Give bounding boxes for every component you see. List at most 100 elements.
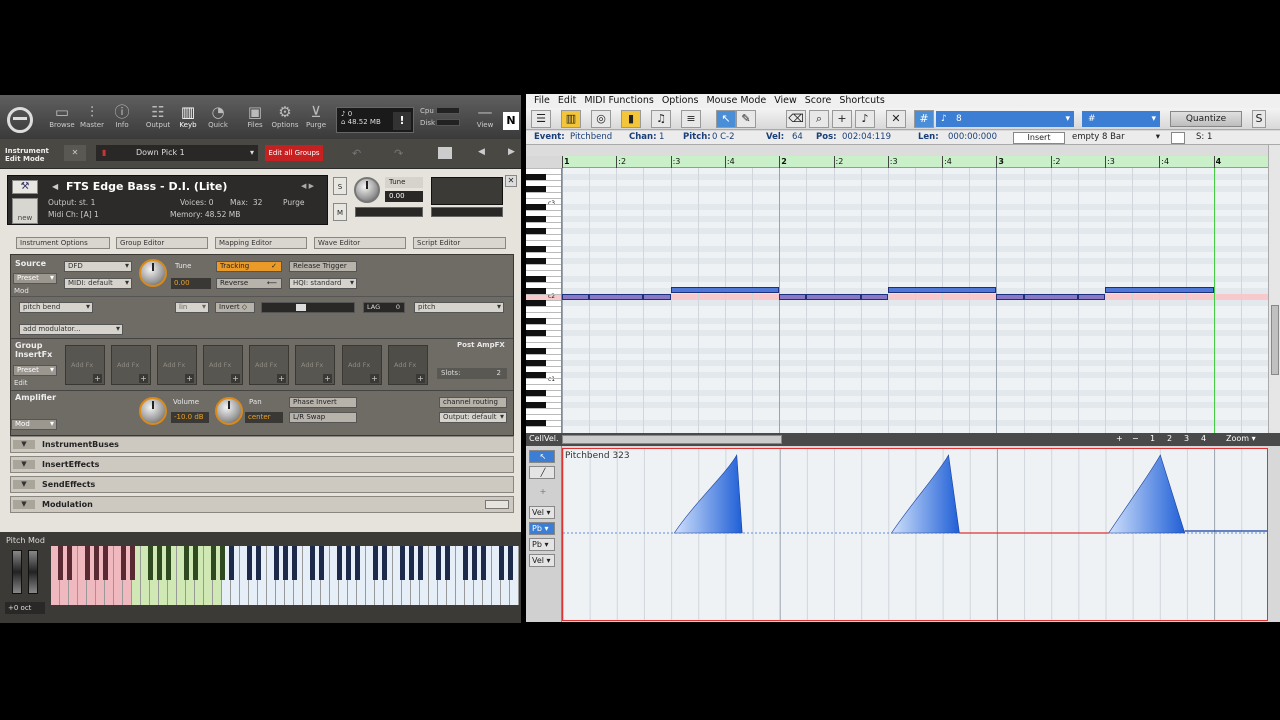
add-fx-slot-1[interactable]: Add Fx — [65, 345, 105, 385]
menu-midi-functions[interactable]: MIDI Functions — [582, 94, 660, 108]
add-fx-slot-4[interactable]: Add Fx — [203, 345, 243, 385]
black-key[interactable] — [210, 546, 216, 580]
menu-edit[interactable]: Edit — [556, 94, 582, 108]
fold-send-effects[interactable]: ▼ SendEffects — [10, 476, 514, 493]
line-tool-icon[interactable]: ╱ — [529, 466, 555, 479]
black-key[interactable] — [354, 546, 360, 580]
menu-view[interactable]: View — [772, 94, 803, 108]
black-key[interactable] — [399, 546, 405, 580]
instrument-tune-knob[interactable] — [354, 177, 380, 203]
vel-lane-label[interactable]: Vel. — [544, 434, 559, 443]
source-tune-value[interactable]: 0.00 — [171, 278, 211, 289]
black-key[interactable] — [435, 546, 441, 580]
midi-note[interactable] — [1105, 287, 1214, 293]
zoom-tool-icon[interactable]: ⌕ — [809, 110, 829, 128]
volume-knob[interactable] — [139, 397, 167, 425]
save-icon[interactable] — [438, 147, 452, 159]
instrument-name[interactable]: FTS Edge Bass - D.I. (Lite) — [66, 180, 227, 193]
drum-editor-icon[interactable]: ◎ — [591, 110, 611, 128]
pointer-tool-icon[interactable]: ↖ — [529, 450, 555, 463]
pan-slider[interactable] — [355, 207, 423, 217]
dfd-dropdown[interactable]: DFD — [64, 261, 132, 272]
black-key[interactable] — [192, 546, 198, 580]
length-preset-dropdown[interactable]: empty 8 Bar ▾ — [1072, 132, 1162, 144]
score-view-icon[interactable]: ♫ — [651, 110, 671, 128]
black-key[interactable] — [183, 546, 189, 580]
volume-value[interactable]: -10.0 dB — [171, 412, 209, 423]
len-field[interactable]: 000:00:000 — [948, 132, 997, 142]
add-tool-icon[interactable]: + — [832, 110, 852, 128]
black-key[interactable] — [66, 546, 72, 580]
add-fx-slot-3[interactable]: Add Fx — [157, 345, 197, 385]
black-key[interactable] — [147, 546, 153, 580]
plus-icon[interactable]: + — [1116, 434, 1123, 443]
list-view-icon[interactable]: ☰ — [531, 110, 551, 128]
modulation-menu-icon[interactable] — [485, 500, 509, 509]
midi-note[interactable] — [562, 294, 590, 300]
close-icon[interactable]: ✕ — [505, 175, 517, 187]
black-key[interactable] — [417, 546, 423, 580]
cell-label[interactable]: Cell — [529, 434, 544, 443]
menu-shortcuts[interactable]: Shortcuts — [837, 94, 890, 108]
kontakt-logo-icon[interactable] — [7, 107, 33, 133]
quantize-grid-dropdown[interactable]: # ▾ — [1082, 111, 1160, 127]
lag-field[interactable]: LAG 0 — [363, 302, 405, 313]
browse-button[interactable]: ▭ Browse — [47, 103, 77, 133]
black-key[interactable] — [228, 546, 234, 580]
black-key[interactable] — [219, 546, 225, 580]
source-preset-dropdown[interactable]: Preset — [13, 273, 57, 284]
midi-note[interactable] — [670, 287, 780, 293]
menu-file[interactable]: File — [532, 94, 556, 108]
grid-resolution-dropdown[interactable]: ♪ 8 ▾ — [936, 111, 1074, 127]
black-key[interactable] — [444, 546, 450, 580]
black-key[interactable] — [507, 546, 513, 580]
group-preset-dropdown[interactable]: ▮ Down Pick 1 ▾ — [96, 145, 258, 161]
quick-button[interactable]: ◔ Quick — [203, 103, 233, 133]
view-button[interactable]: — View — [470, 103, 500, 133]
mute-tool-icon[interactable]: ✕ — [886, 110, 906, 128]
black-key[interactable] — [255, 546, 261, 580]
snap-icon[interactable]: # — [914, 110, 934, 128]
midi-channel-selector[interactable]: Midi Ch: [A] 1 — [48, 210, 99, 219]
black-key[interactable] — [381, 546, 387, 580]
fold-instrument-buses[interactable]: ▼ InstrumentBuses — [10, 436, 514, 453]
slots-field[interactable]: Slots: 2 — [437, 368, 507, 379]
lane-select-vel-2[interactable]: Vel ▾ — [529, 554, 555, 567]
options-button[interactable]: ⚙ Options — [270, 103, 300, 133]
phase-invert-button[interactable]: Phase Invert — [289, 397, 357, 408]
black-key[interactable] — [120, 546, 126, 580]
lr-swap-button[interactable]: L/R Swap — [289, 412, 357, 423]
midi-note[interactable] — [1023, 294, 1078, 300]
output-selector[interactable]: Output: st. 1 — [48, 198, 95, 207]
add-fx-slot-5[interactable]: Add Fx — [249, 345, 289, 385]
add-fx-slot-6[interactable]: Add Fx — [295, 345, 335, 385]
black-key[interactable] — [480, 546, 486, 580]
eraser-tool-icon[interactable]: ⌫ — [786, 110, 806, 128]
master-button[interactable]: ⫶ Master — [77, 103, 107, 133]
zoom-step-1[interactable]: 1 — [1150, 434, 1155, 443]
purge-dropdown[interactable]: Purge — [283, 198, 304, 207]
keyb-button[interactable]: ▥ Keyb — [173, 103, 203, 133]
piano-roll-keys[interactable]: c3 c2 c1 — [526, 168, 562, 433]
tracking-button[interactable]: Tracking ✓ — [216, 261, 282, 272]
tab-instrument-options[interactable]: Instrument Options — [16, 237, 110, 249]
note-grid[interactable] — [562, 168, 1268, 433]
max-voices-readout[interactable]: Max: 32 — [230, 198, 262, 207]
zoom-dropdown[interactable]: Zoom ▾ — [1226, 434, 1256, 443]
black-key[interactable] — [309, 546, 315, 580]
pan-value[interactable]: center — [245, 412, 283, 423]
midi-note[interactable] — [860, 294, 888, 300]
tab-mapping-editor[interactable]: Mapping Editor — [215, 237, 307, 249]
black-key[interactable] — [156, 546, 162, 580]
pitchbend-lane[interactable]: Pitchbend 323 — [562, 448, 1268, 621]
pitch-wheel[interactable] — [12, 550, 22, 594]
menu-score[interactable]: Score — [803, 94, 838, 108]
tab-wave-editor[interactable]: Wave Editor — [314, 237, 406, 249]
controller-view-icon[interactable]: ≡ — [681, 110, 701, 128]
black-key[interactable] — [57, 546, 63, 580]
fold-insert-effects[interactable]: ▼ InsertEffects — [10, 456, 514, 473]
reverse-button[interactable]: Reverse ⟵ — [216, 278, 282, 289]
vertical-scrollbar[interactable] — [1268, 145, 1280, 433]
tune-value[interactable]: 0.00 — [385, 191, 423, 202]
channel-routing-button[interactable]: channel routing — [439, 397, 507, 408]
